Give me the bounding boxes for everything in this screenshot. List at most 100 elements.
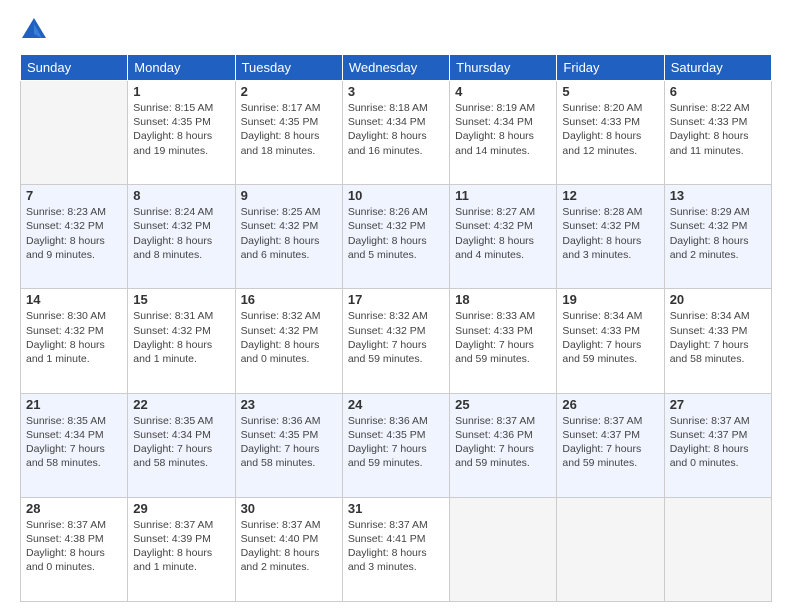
- calendar-day-header: Wednesday: [342, 55, 449, 81]
- day-number: 29: [133, 501, 229, 516]
- day-info: Sunrise: 8:37 AMSunset: 4:37 PMDaylight:…: [670, 414, 766, 471]
- calendar-day-cell: 13 Sunrise: 8:29 AMSunset: 4:32 PMDayligh…: [664, 185, 771, 289]
- day-info: Sunrise: 8:32 AMSunset: 4:32 PMDaylight:…: [348, 309, 444, 366]
- calendar-week-row: 21 Sunrise: 8:35 AMSunset: 4:34 PMDayligh…: [21, 393, 772, 497]
- calendar-day-header: Monday: [128, 55, 235, 81]
- calendar-day-cell: 23Sunrise: 8:36 AMSunset: 4:35 PMDayligh…: [235, 393, 342, 497]
- day-number: 15: [133, 292, 229, 307]
- calendar-week-row: 1 Sunrise: 8:15 AMSunset: 4:35 PMDaylight…: [21, 81, 772, 185]
- day-number: 26: [562, 397, 658, 412]
- calendar-day-header: Sunday: [21, 55, 128, 81]
- day-info: Sunrise: 8:29 AMSunset: 4:32 PMDaylight:…: [670, 205, 766, 262]
- day-number: 19: [562, 292, 658, 307]
- day-info: Sunrise: 8:23 AMSunset: 4:32 PMDaylight:…: [26, 205, 122, 262]
- day-info: Sunrise: 8:34 AMSunset: 4:33 PMDaylight:…: [670, 309, 766, 366]
- calendar-day-cell: 5 Sunrise: 8:20 AMSunset: 4:33 PMDaylight…: [557, 81, 664, 185]
- day-info: Sunrise: 8:20 AMSunset: 4:33 PMDaylight:…: [562, 101, 658, 158]
- calendar-day-cell: 10 Sunrise: 8:26 AMSunset: 4:32 PMDayligh…: [342, 185, 449, 289]
- calendar-day-cell: 26 Sunrise: 8:37 AMSunset: 4:37 PMDayligh…: [557, 393, 664, 497]
- calendar-day-cell: 31 Sunrise: 8:37 AMSunset: 4:41 PMDayligh…: [342, 497, 449, 601]
- calendar-day-cell: 8Sunrise: 8:24 AMSunset: 4:32 PMDaylight…: [128, 185, 235, 289]
- calendar-day-cell: 9 Sunrise: 8:25 AMSunset: 4:32 PMDaylight…: [235, 185, 342, 289]
- day-number: 12: [562, 188, 658, 203]
- day-number: 13: [670, 188, 766, 203]
- calendar-day-cell: 28Sunrise: 8:37 AMSunset: 4:38 PMDayligh…: [21, 497, 128, 601]
- day-info: Sunrise: 8:37 AMSunset: 4:40 PMDaylight:…: [241, 518, 337, 575]
- day-number: 30: [241, 501, 337, 516]
- day-info: Sunrise: 8:22 AMSunset: 4:33 PMDaylight:…: [670, 101, 766, 158]
- day-number: 2: [241, 84, 337, 99]
- day-number: 17: [348, 292, 444, 307]
- day-number: 11: [455, 188, 551, 203]
- day-number: 25: [455, 397, 551, 412]
- day-number: 31: [348, 501, 444, 516]
- day-number: 16: [241, 292, 337, 307]
- calendar-day-cell: [664, 497, 771, 601]
- calendar-header-row: SundayMondayTuesdayWednesdayThursdayFrid…: [21, 55, 772, 81]
- day-number: 24: [348, 397, 444, 412]
- calendar-day-cell: 11 Sunrise: 8:27 AMSunset: 4:32 PMDayligh…: [450, 185, 557, 289]
- calendar-day-cell: 27 Sunrise: 8:37 AMSunset: 4:37 PMDayligh…: [664, 393, 771, 497]
- calendar-day-cell: 25 Sunrise: 8:37 AMSunset: 4:36 PMDayligh…: [450, 393, 557, 497]
- calendar-week-row: 7Sunrise: 8:23 AMSunset: 4:32 PMDaylight…: [21, 185, 772, 289]
- calendar-day-cell: 19 Sunrise: 8:34 AMSunset: 4:33 PMDayligh…: [557, 289, 664, 393]
- day-info: Sunrise: 8:34 AMSunset: 4:33 PMDaylight:…: [562, 309, 658, 366]
- calendar-day-cell: 21 Sunrise: 8:35 AMSunset: 4:34 PMDayligh…: [21, 393, 128, 497]
- day-info: Sunrise: 8:26 AMSunset: 4:32 PMDaylight:…: [348, 205, 444, 262]
- day-info: Sunrise: 8:37 AMSunset: 4:37 PMDaylight:…: [562, 414, 658, 471]
- day-number: 1: [133, 84, 229, 99]
- calendar-day-header: Thursday: [450, 55, 557, 81]
- calendar-day-cell: 4 Sunrise: 8:19 AMSunset: 4:34 PMDaylight…: [450, 81, 557, 185]
- day-number: 20: [670, 292, 766, 307]
- calendar-day-cell: 2 Sunrise: 8:17 AMSunset: 4:35 PMDaylight…: [235, 81, 342, 185]
- day-info: Sunrise: 8:17 AMSunset: 4:35 PMDaylight:…: [241, 101, 337, 158]
- day-info: Sunrise: 8:37 AMSunset: 4:41 PMDaylight:…: [348, 518, 444, 575]
- day-info: Sunrise: 8:36 AMSunset: 4:35 PMDaylight:…: [348, 414, 444, 471]
- day-number: 5: [562, 84, 658, 99]
- calendar-day-cell: [557, 497, 664, 601]
- day-info: Sunrise: 8:37 AMSunset: 4:36 PMDaylight:…: [455, 414, 551, 471]
- day-number: 10: [348, 188, 444, 203]
- day-info: Sunrise: 8:27 AMSunset: 4:32 PMDaylight:…: [455, 205, 551, 262]
- calendar-day-cell: 22Sunrise: 8:35 AMSunset: 4:34 PMDayligh…: [128, 393, 235, 497]
- calendar-day-cell: 16 Sunrise: 8:32 AMSunset: 4:32 PMDayligh…: [235, 289, 342, 393]
- calendar-day-cell: 6Sunrise: 8:22 AMSunset: 4:33 PMDaylight…: [664, 81, 771, 185]
- logo: [20, 16, 52, 44]
- calendar-day-cell: 14Sunrise: 8:30 AMSunset: 4:32 PMDayligh…: [21, 289, 128, 393]
- calendar-day-cell: 18Sunrise: 8:33 AMSunset: 4:33 PMDayligh…: [450, 289, 557, 393]
- calendar-day-cell: 30 Sunrise: 8:37 AMSunset: 4:40 PMDayligh…: [235, 497, 342, 601]
- calendar-day-cell: 12 Sunrise: 8:28 AMSunset: 4:32 PMDayligh…: [557, 185, 664, 289]
- day-number: 3: [348, 84, 444, 99]
- day-number: 4: [455, 84, 551, 99]
- calendar-day-header: Tuesday: [235, 55, 342, 81]
- day-info: Sunrise: 8:37 AMSunset: 4:39 PMDaylight:…: [133, 518, 229, 575]
- calendar-day-cell: 15 Sunrise: 8:31 AMSunset: 4:32 PMDayligh…: [128, 289, 235, 393]
- day-number: 9: [241, 188, 337, 203]
- day-info: Sunrise: 8:15 AMSunset: 4:35 PMDaylight:…: [133, 101, 229, 158]
- day-number: 27: [670, 397, 766, 412]
- day-number: 22: [133, 397, 229, 412]
- day-number: 21: [26, 397, 122, 412]
- day-info: Sunrise: 8:31 AMSunset: 4:32 PMDaylight:…: [133, 309, 229, 366]
- calendar-day-cell: 17 Sunrise: 8:32 AMSunset: 4:32 PMDayligh…: [342, 289, 449, 393]
- day-info: Sunrise: 8:35 AMSunset: 4:34 PMDaylight:…: [26, 414, 122, 471]
- calendar-day-cell: 1 Sunrise: 8:15 AMSunset: 4:35 PMDaylight…: [128, 81, 235, 185]
- day-info: Sunrise: 8:28 AMSunset: 4:32 PMDaylight:…: [562, 205, 658, 262]
- day-info: Sunrise: 8:19 AMSunset: 4:34 PMDaylight:…: [455, 101, 551, 158]
- calendar-day-cell: 29 Sunrise: 8:37 AMSunset: 4:39 PMDayligh…: [128, 497, 235, 601]
- day-number: 8: [133, 188, 229, 203]
- day-info: Sunrise: 8:36 AMSunset: 4:35 PMDaylight:…: [241, 414, 337, 471]
- day-number: 18: [455, 292, 551, 307]
- day-info: Sunrise: 8:30 AMSunset: 4:32 PMDaylight:…: [26, 309, 122, 366]
- day-info: Sunrise: 8:32 AMSunset: 4:32 PMDaylight:…: [241, 309, 337, 366]
- calendar-day-cell: 7Sunrise: 8:23 AMSunset: 4:32 PMDaylight…: [21, 185, 128, 289]
- calendar-day-header: Saturday: [664, 55, 771, 81]
- calendar-day-cell: 20 Sunrise: 8:34 AMSunset: 4:33 PMDayligh…: [664, 289, 771, 393]
- day-number: 28: [26, 501, 122, 516]
- day-info: Sunrise: 8:18 AMSunset: 4:34 PMDaylight:…: [348, 101, 444, 158]
- logo-icon: [20, 16, 48, 44]
- calendar-table: SundayMondayTuesdayWednesdayThursdayFrid…: [20, 54, 772, 602]
- day-info: Sunrise: 8:25 AMSunset: 4:32 PMDaylight:…: [241, 205, 337, 262]
- page: SundayMondayTuesdayWednesdayThursdayFrid…: [0, 0, 792, 612]
- calendar-day-cell: 3 Sunrise: 8:18 AMSunset: 4:34 PMDaylight…: [342, 81, 449, 185]
